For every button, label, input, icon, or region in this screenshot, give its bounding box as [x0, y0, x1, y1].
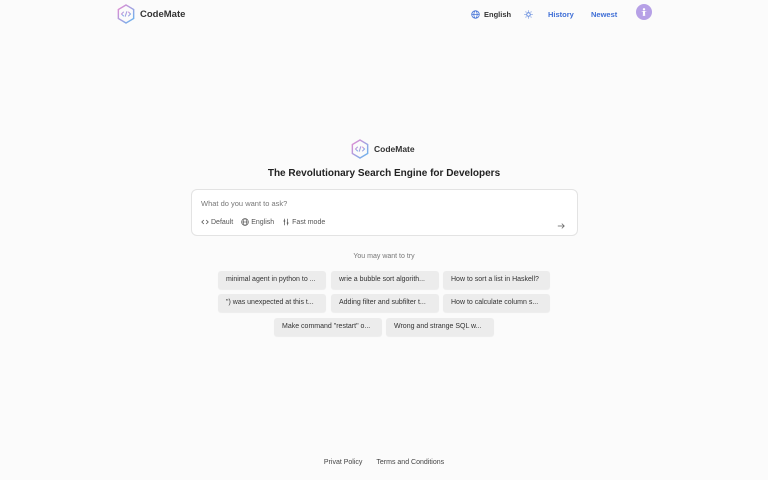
suggestion-chip[interactable]: ") was unexpected at this t...: [218, 294, 326, 312]
theme-toggle[interactable]: [524, 0, 533, 28]
sun-icon: [524, 9, 533, 19]
center-brand: CodeMate: [351, 139, 415, 159]
sliders-icon: [283, 218, 289, 226]
language-selector[interactable]: English: [471, 0, 511, 28]
search-box: Default English Fast mode: [191, 189, 578, 236]
mode-selector[interactable]: Default: [201, 218, 233, 226]
newest-link[interactable]: Newest: [591, 0, 617, 28]
language-option[interactable]: English: [241, 218, 274, 226]
globe-icon: [471, 9, 480, 19]
suggestion-chip[interactable]: How to calculate column s...: [443, 294, 550, 312]
suggestion-chip[interactable]: minimal agent in python to ...: [218, 271, 326, 289]
suggestion-chip[interactable]: Wrong and strange SQL w...: [386, 318, 494, 336]
terms-link[interactable]: Terms and Conditions: [376, 459, 444, 466]
header-logo[interactable]: CodeMate: [117, 4, 185, 24]
speed-selector[interactable]: Fast mode: [282, 218, 325, 226]
codemate-logo-icon: [117, 4, 135, 24]
privacy-policy-link[interactable]: Privat Policy: [324, 459, 363, 466]
brand-name: CodeMate: [374, 144, 415, 154]
top-bar: CodeMate English History Newest: [0, 0, 768, 28]
footer: Privat Policy Terms and Conditions: [0, 459, 768, 466]
suggestion-chip[interactable]: Adding filter and subfilter t...: [331, 294, 439, 312]
suggestions-label: You may want to try: [353, 253, 415, 260]
codemate-logo-icon: [351, 139, 369, 159]
language-label: English: [484, 9, 512, 19]
submit-button[interactable]: [557, 217, 567, 229]
speed-label: Fast mode: [292, 218, 326, 226]
suggestion-chip[interactable]: Make command "restart" o...: [274, 318, 382, 336]
search-options: Default English Fast mode: [201, 218, 333, 226]
globe-icon: [241, 218, 249, 226]
arrow-right-icon: [557, 223, 565, 229]
suggestion-chip[interactable]: wrie a bubble sort algorith...: [331, 271, 439, 289]
search-input[interactable]: [201, 196, 561, 210]
language-option-label: English: [251, 218, 275, 226]
page-tagline: The Revolutionary Search Engine for Deve…: [267, 168, 501, 179]
suggestion-chip[interactable]: How to sort a list in Haskell?: [443, 271, 550, 289]
mode-label: Default: [211, 218, 234, 226]
user-avatar[interactable]: [636, 4, 652, 20]
user-icon: [641, 8, 647, 16]
code-icon: [201, 219, 209, 225]
history-link[interactable]: History: [548, 0, 574, 28]
app-name: CodeMate: [140, 8, 186, 20]
